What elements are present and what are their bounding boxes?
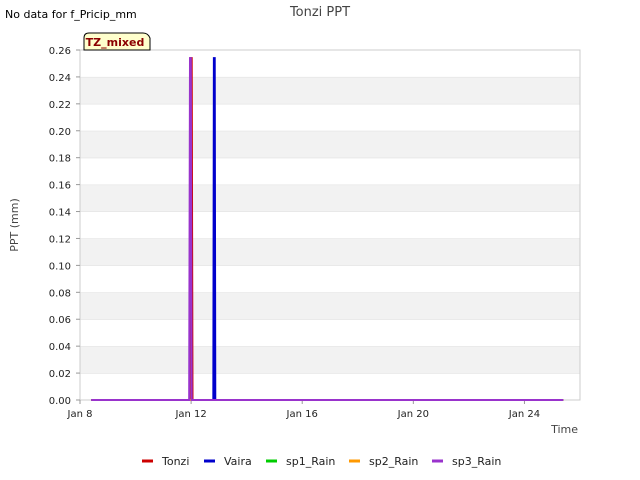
grid-band <box>80 157 580 185</box>
grid-band <box>80 211 580 239</box>
grid-band <box>80 265 580 293</box>
chart: 0.00 0.02 0.04 0.06 0.08 0.10 0.12 0.14 0.16 0.18… <box>5 5 581 468</box>
y-axis-label: PPT (mm) <box>8 198 21 252</box>
legend-label: sp2_Rain <box>369 455 418 468</box>
no-data-note: No data for f_Pricip_mm <box>5 8 137 21</box>
legend: Tonzi Vaira sp1_Rain sp2_Rain sp3_Rain <box>142 455 501 468</box>
y-tick-label: 0.00 <box>49 396 71 407</box>
y-axis: 0.00 0.02 0.04 0.06 0.08 0.10 0.12 0.14 0.16 0.18… <box>49 46 80 407</box>
y-tick-label: 0.10 <box>49 261 71 272</box>
y-tick-label: 0.16 <box>49 181 71 192</box>
y-tick-label: 0.26 <box>49 46 71 57</box>
x-tick-label: Jan 12 <box>174 409 206 420</box>
x-tick-label: Jan 8 <box>67 409 93 420</box>
grid-band <box>80 130 580 158</box>
y-tick-label: 0.14 <box>49 208 71 219</box>
site-badge-label: TZ_mixed <box>86 36 145 49</box>
y-tick-label: 0.06 <box>49 315 71 326</box>
grid-band <box>80 319 580 347</box>
legend-label: sp3_Rain <box>452 455 501 468</box>
x-tick-label: Jan 24 <box>508 409 540 420</box>
grid-band <box>80 373 580 400</box>
y-tick-label: 0.12 <box>49 234 71 245</box>
x-axis-label: Time <box>550 423 578 436</box>
chart-title: Tonzi PPT <box>289 5 350 20</box>
x-tick-label: Jan 16 <box>286 409 318 420</box>
grid-band <box>80 346 580 374</box>
y-tick-label: 0.24 <box>49 73 71 84</box>
grid-band <box>80 103 580 131</box>
grid-band <box>80 292 580 320</box>
y-tick-label: 0.20 <box>49 127 71 138</box>
y-tick-label: 0.02 <box>49 369 71 380</box>
y-tick-label: 0.22 <box>49 100 71 111</box>
y-tick-label: 0.18 <box>49 154 71 165</box>
grid-bands <box>80 49 580 400</box>
grid-band <box>80 76 580 104</box>
x-axis: Jan 8 Jan 12 Jan 16 Jan 20 Jan 24 <box>67 400 540 420</box>
grid-band <box>80 238 580 266</box>
x-tick-label: Jan 20 <box>397 409 429 420</box>
legend-label: Vaira <box>224 455 252 468</box>
y-tick-label: 0.08 <box>49 288 71 299</box>
legend-label: Tonzi <box>161 455 189 468</box>
y-tick-label: 0.04 <box>49 342 71 353</box>
grid-band <box>80 50 580 77</box>
legend-label: sp1_Rain <box>286 455 335 468</box>
site-badge: TZ_mixed <box>83 32 151 51</box>
grid-band <box>80 184 580 212</box>
